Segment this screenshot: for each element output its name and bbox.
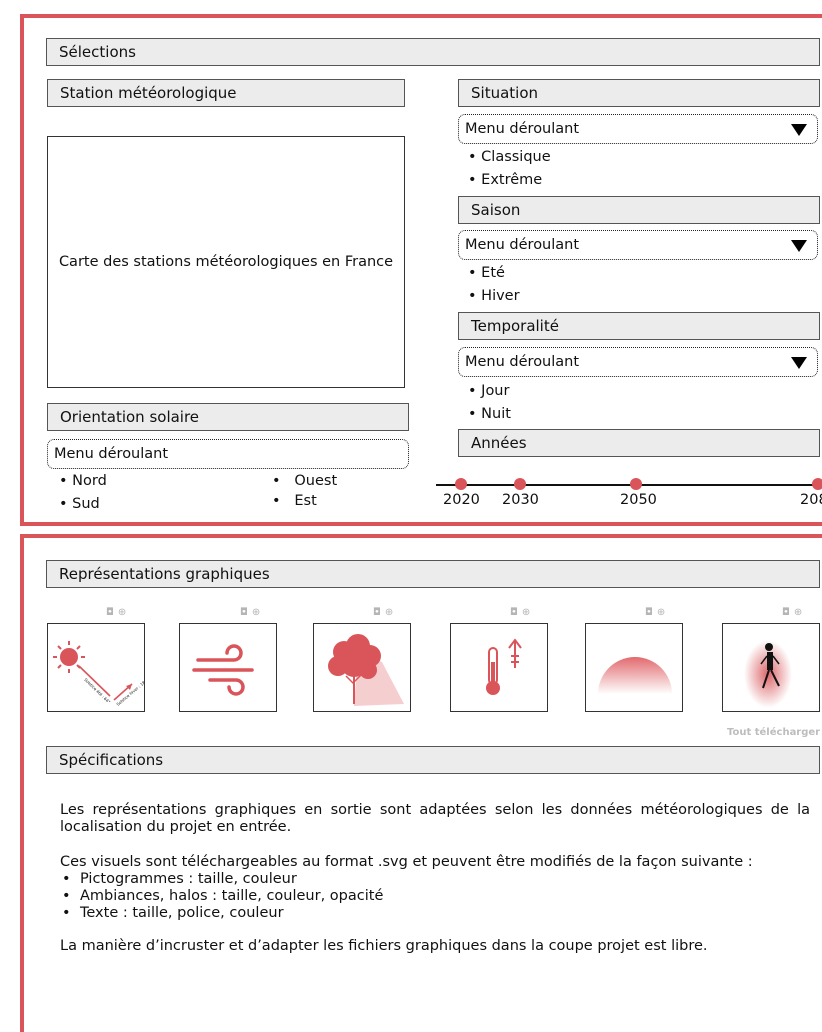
saison-dropdown-value: Menu déroulant <box>465 237 580 253</box>
orientation-option-est[interactable]: • Est <box>272 492 317 510</box>
temporalite-dropdown[interactable]: Menu déroulant <box>458 347 818 377</box>
zoom-icon[interactable]: ⊕ <box>794 607 806 618</box>
tile-wind[interactable] <box>179 623 277 712</box>
tile-sun-path[interactable]: Solstice été : 64° Solstice hiver : 18° <box>47 623 145 712</box>
situation-option-extreme[interactable]: • Extrême <box>468 171 542 189</box>
chevron-down-icon <box>791 357 807 369</box>
tile-tools[interactable]: ◘⊕ <box>645 607 669 618</box>
specs-header: Spécifications <box>46 746 820 774</box>
year-handle-2020[interactable] <box>455 478 467 490</box>
tree-shade-icon <box>328 634 404 706</box>
list-item: Texte : taille, police, couleur <box>60 905 753 922</box>
specs-paragraph-1: Les représentations graphiques en sortie… <box>60 802 810 836</box>
temporalite-header: Temporalité <box>458 312 820 340</box>
orientation-header: Orientation solaire <box>47 403 409 431</box>
graphics-header: Représentations graphiques <box>46 560 820 588</box>
thermometer-icon <box>486 638 522 695</box>
map-caption: Carte des stations météorologiques en Fr… <box>58 254 394 270</box>
annees-header: Années <box>458 429 820 457</box>
station-header: Station météorologique <box>47 79 405 107</box>
tile-tools[interactable]: ◘⊕ <box>106 607 130 618</box>
saison-header: Saison <box>458 196 820 224</box>
tile-tools[interactable]: ◘⊕ <box>373 607 397 618</box>
saison-option-ete[interactable]: • Eté <box>468 264 505 282</box>
tile-ambiance[interactable] <box>585 623 683 712</box>
orientation-dropdown[interactable]: Menu déroulant <box>47 439 409 469</box>
temporalite-option-nuit[interactable]: • Nuit <box>468 405 511 423</box>
temporalite-dropdown-value: Menu déroulant <box>465 354 580 370</box>
download-all-label: Tout télécharger <box>727 727 821 738</box>
situation-dropdown-value: Menu déroulant <box>465 121 580 137</box>
graphics-panel <box>20 534 822 1032</box>
situation-dropdown[interactable]: Menu déroulant <box>458 114 818 144</box>
camera-icon[interactable]: ◘ <box>645 607 657 618</box>
tile-tools[interactable]: ◘⊕ <box>510 607 534 618</box>
orientation-dropdown-value: Menu déroulant <box>54 446 169 462</box>
sun-label-winter: Solstice hiver : 18° <box>115 679 145 707</box>
specs-para2-text: Ces visuels sont téléchargeables au form… <box>60 854 753 870</box>
orientation-option-nord[interactable]: • Nord <box>59 472 107 490</box>
zoom-icon[interactable]: ⊕ <box>657 607 669 618</box>
selections-header: Sélections <box>46 38 820 66</box>
year-label-2080: 208 <box>800 492 822 508</box>
camera-icon[interactable]: ◘ <box>106 607 118 618</box>
temporalite-option-jour[interactable]: • Jour <box>468 382 509 400</box>
situation-option-classique[interactable]: • Classique <box>468 148 551 166</box>
list-item: Pictogrammes : taille, couleur <box>60 871 753 888</box>
wind-icon <box>192 644 254 696</box>
tile-person[interactable] <box>722 623 820 712</box>
walking-person-halo-icon <box>744 640 792 708</box>
year-handle-2030[interactable] <box>514 478 526 490</box>
tile-tools[interactable]: ◘⊕ <box>782 607 806 618</box>
tile-thermometer[interactable] <box>450 623 548 712</box>
zoom-icon[interactable]: ⊕ <box>118 607 130 618</box>
saison-dropdown[interactable]: Menu déroulant <box>458 230 818 260</box>
download-all-button[interactable]: Tout télécharger ◘ <box>727 727 822 738</box>
camera-icon[interactable]: ◘ <box>510 607 522 618</box>
camera-icon[interactable]: ◘ <box>373 607 385 618</box>
zoom-icon[interactable]: ⊕ <box>385 607 397 618</box>
specs-para1-text: Les représentations graphiques en sortie… <box>60 802 810 835</box>
specs-para3-text: La manière d’incruster et d’adapter les … <box>60 938 708 954</box>
tile-tools[interactable]: ◘⊕ <box>240 607 264 618</box>
chevron-down-icon <box>791 240 807 252</box>
year-label-2020: 2020 <box>443 492 480 508</box>
list-item: Ambiances, halos : taille, couleur, opac… <box>60 888 753 905</box>
zoom-icon[interactable]: ⊕ <box>522 607 534 618</box>
camera-icon[interactable]: ◘ <box>240 607 252 618</box>
year-label-2050: 2050 <box>620 492 657 508</box>
orientation-option-ouest[interactable]: • Ouest <box>272 472 337 490</box>
sun-label-summer: Solstice été : 64° <box>83 677 111 704</box>
orientation-option-sud[interactable]: • Sud <box>59 495 100 513</box>
sun-path-icon: Solstice été : 64° Solstice hiver : 18° <box>53 641 145 707</box>
chevron-down-icon <box>791 124 807 136</box>
situation-header: Situation <box>458 79 820 107</box>
stations-map[interactable]: Carte des stations météorologiques en Fr… <box>47 136 405 388</box>
camera-icon[interactable]: ◘ <box>782 607 794 618</box>
specs-list: Pictogrammes : taille, couleur Ambiances… <box>60 871 753 922</box>
saison-option-hiver[interactable]: • Hiver <box>468 287 520 305</box>
year-label-2030: 2030 <box>502 492 539 508</box>
year-handle-2080[interactable] <box>812 478 822 490</box>
specs-paragraph-3: La manière d’incruster et d’adapter les … <box>60 938 708 955</box>
zoom-icon[interactable]: ⊕ <box>252 607 264 618</box>
year-handle-2050[interactable] <box>630 478 642 490</box>
specs-paragraph-2: Ces visuels sont téléchargeables au form… <box>60 854 753 922</box>
years-slider-track[interactable] <box>436 484 820 486</box>
ambiance-halo-icon <box>598 657 672 694</box>
tile-tree[interactable] <box>313 623 411 712</box>
